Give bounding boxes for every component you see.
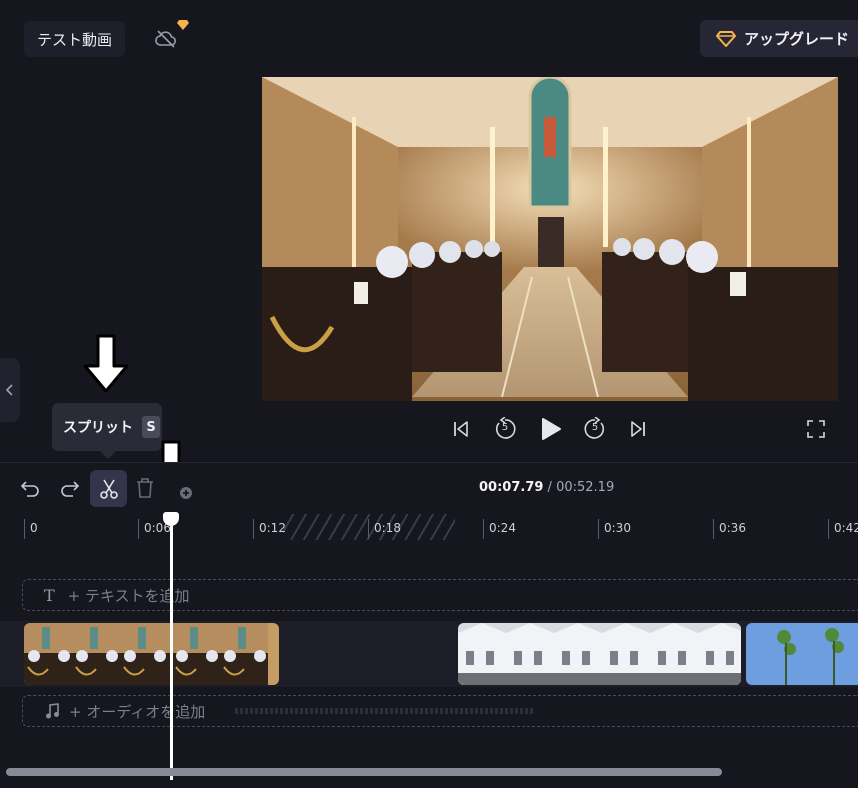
ruler-label: 0 [30,521,38,535]
delete-button[interactable] [135,477,155,503]
add-circle-icon [180,487,192,499]
ruler-tick [598,519,599,539]
ruler-label: 0:36 [719,521,746,535]
video-clip-chapel[interactable] [24,623,279,685]
fullscreen-icon [807,420,825,438]
add-text-track[interactable]: T + テキストを追加 [22,579,858,611]
ruler-tick [713,519,714,539]
time-ruler[interactable]: 0 0:06 0:12 0:18 0:24 0:30 0:36 0:42 [0,514,858,540]
ruler-tick [138,519,139,539]
text-icon: T [44,585,55,605]
waveform-placeholder [235,708,536,714]
timeline-scrollbar[interactable] [6,768,722,776]
add-media-button[interactable] [175,479,197,505]
tooltip-label: スプリット [63,420,133,436]
play-icon [542,418,561,440]
play-button[interactable] [539,417,563,441]
add-audio-track[interactable]: + オーディオを追加 [22,695,858,727]
clip-thumbnails [24,623,279,685]
add-audio-label: + オーディオを追加 [69,702,206,721]
tooltip-pointer [100,451,116,459]
music-note-icon [45,703,59,719]
split-tooltip: スプリット S [52,403,162,451]
ruler-tick [828,519,829,539]
split-button[interactable] [90,470,127,507]
chapel-scene-image [262,77,838,401]
scissors-icon [99,479,118,499]
redo-button[interactable] [58,478,80,504]
ruler-label: 0:24 [489,521,516,535]
rewind-5-button[interactable]: 5 [493,417,517,441]
skip-to-start-button[interactable] [451,419,471,439]
video-clip-sky[interactable] [746,623,858,685]
skip-back-icon [454,421,468,437]
ruler-tick [24,519,25,539]
clip-thumbnails [746,623,858,685]
trash-icon [137,478,153,498]
video-preview[interactable] [262,77,838,401]
ruler-tick [483,519,484,539]
clip-thumbnails [458,623,741,685]
cloud-off-icon [155,30,177,48]
undo-icon [20,481,39,497]
ruler-label: 0:30 [604,521,631,535]
fullscreen-button[interactable] [806,419,826,439]
time-separator: / [543,480,557,495]
annotation-arrow-down-icon [83,334,129,393]
skip-forward-icon [631,421,645,437]
project-title-text: テスト動画 [37,30,113,49]
upgrade-label: アップグレード [744,30,850,48]
video-clip-church-exterior[interactable] [458,623,741,685]
diamond-icon [716,30,736,47]
ruler-label: 0:42 [834,521,858,535]
chevron-left-icon [6,384,13,396]
upgrade-button[interactable]: アップグレード [700,20,858,57]
rewind-seconds: 5 [501,422,509,433]
playhead[interactable] [170,514,173,780]
ruler-label: 0:18 [374,521,401,535]
ruler-tick [253,519,254,539]
forward-seconds: 5 [591,422,599,433]
current-time: 00:07.79 [479,480,544,495]
time-readout: 00:07.79 / 00:52.19 [479,480,614,495]
ruler-label: 0:12 [259,521,286,535]
left-panel-toggle[interactable] [0,358,20,422]
forward-5-button[interactable]: 5 [583,417,607,441]
redo-icon [61,481,80,497]
ruler-tick [368,519,369,539]
total-time: 00:52.19 [556,480,615,495]
shortcut-key-badge: S [142,416,160,438]
premium-gem-icon [177,15,189,34]
skip-to-end-button[interactable] [628,419,648,439]
undo-button[interactable] [20,478,42,504]
project-title[interactable]: テスト動画 [24,21,126,57]
